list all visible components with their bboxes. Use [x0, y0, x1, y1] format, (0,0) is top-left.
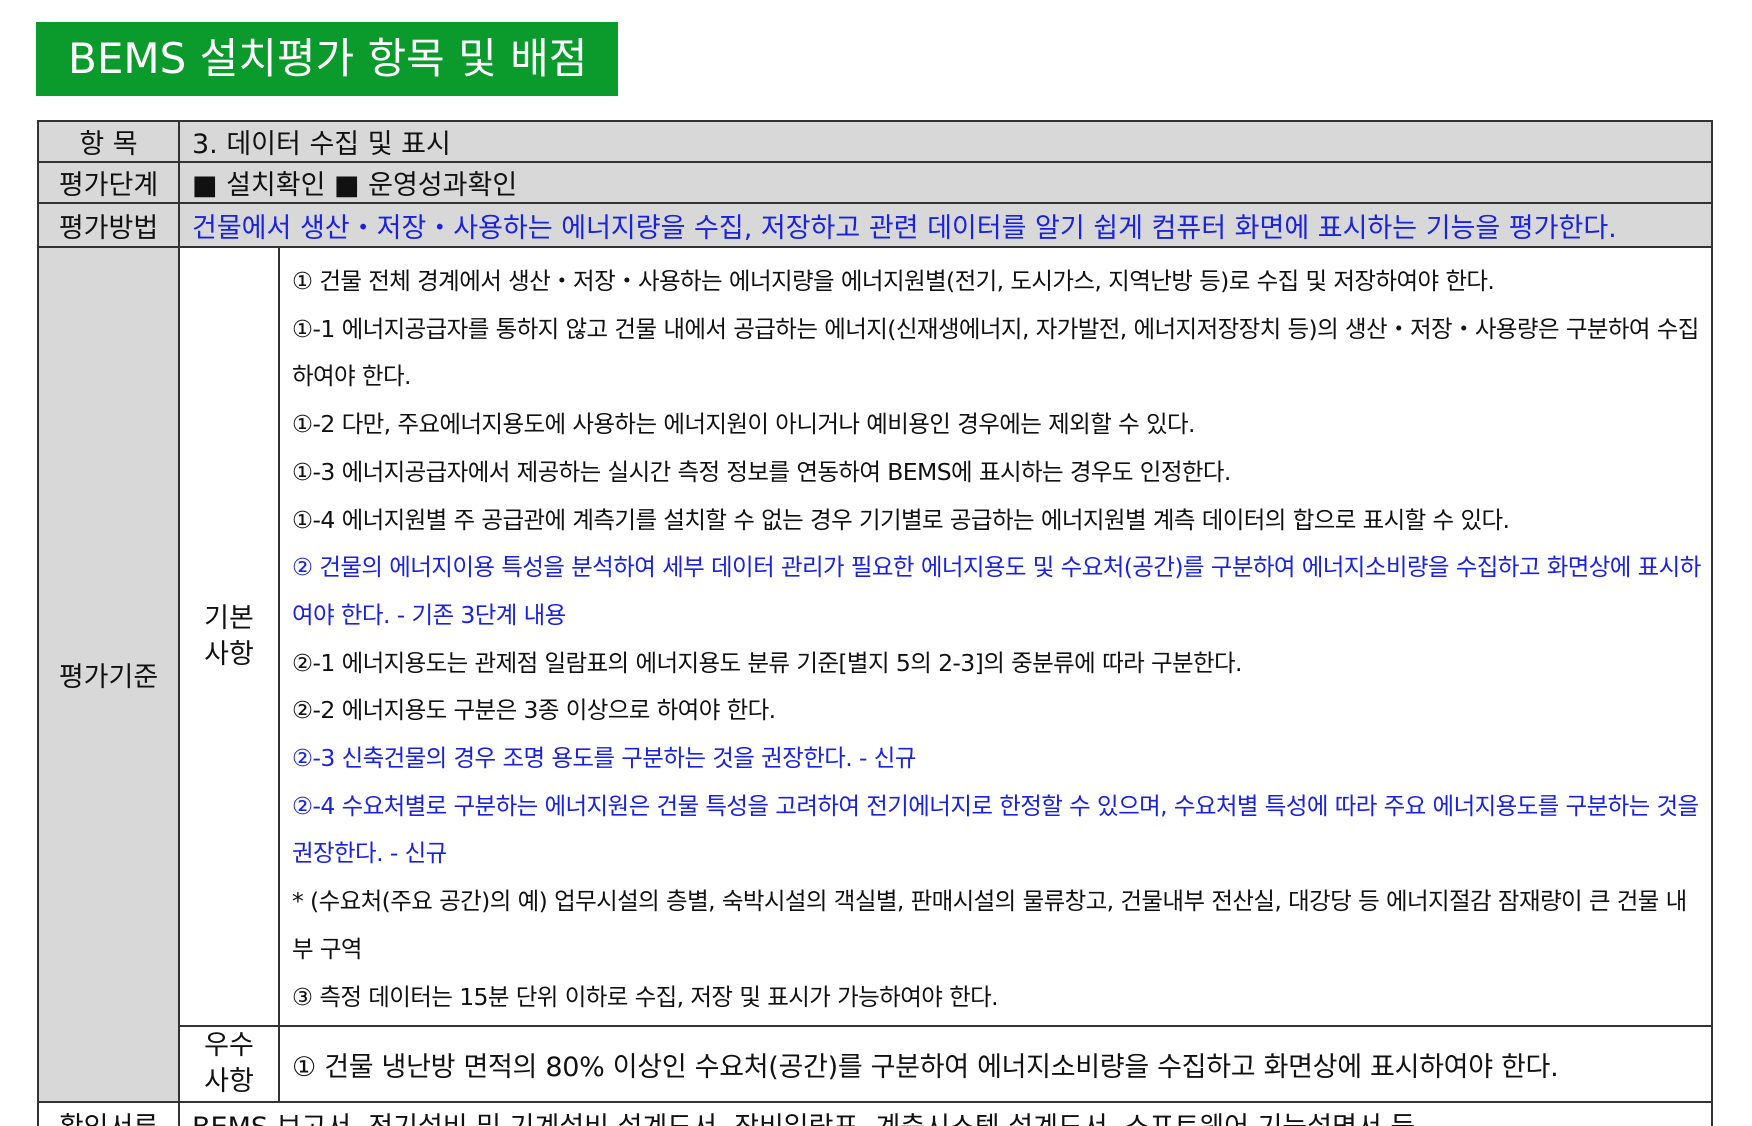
excellent-label: 우수 사항 — [178, 1025, 280, 1104]
docs-value: BEMS 보고서, 전기설비 및 기계설비 설계도서, 장비일람표, 계측시스템… — [178, 1101, 1713, 1126]
docs-label: 확인서류 — [37, 1101, 180, 1126]
criteria-excellent-row: 우수 사항 ① 건물 냉난방 면적의 80% 이상인 수요처(공간)를 구분하여… — [38, 1025, 1713, 1104]
criteria-line: ②-3 신축건물의 경우 조명 용도를 구분하는 것을 권장한다. - 신규 — [292, 744, 916, 773]
method-row: 평가방법 건물에서 생산・저장・사용하는 에너지량을 수집, 저장하고 관련 데… — [37, 202, 1713, 248]
evaluation-table: 항 목 3. 데이터 수집 및 표시 평가단계 ■ 설치확인 ■ 운영성과확인 … — [37, 120, 1713, 1126]
criteria-line: ②-4 수요처별로 구분하는 에너지원은 건물 특성을 고려하여 전기에너지로 … — [292, 791, 1699, 868]
excellent-label-text: 우수 사항 — [204, 1030, 254, 1098]
criteria-line: ①-4 에너지원별 주 공급관에 계측기를 설치할 수 없는 경우 기기별로 공… — [292, 505, 1510, 534]
criteria-line: ②-2 에너지용도 구분은 3종 이상으로 하여야 한다. — [292, 696, 776, 725]
criteria-basic-row: 평가기준 기본 사항 ① 건물 전체 경계에서 생산・저장・사용하는 에너지량을… — [37, 245, 1713, 1104]
item-row: 항 목 3. 데이터 수집 및 표시 — [37, 120, 1713, 163]
basic-label: 기본 사항 — [178, 245, 280, 1028]
item-label: 항 목 — [37, 120, 180, 163]
page-title: BEMS 설치평가 항목 및 배점 — [36, 22, 618, 96]
docs-row: 확인서류 BEMS 보고서, 전기설비 및 기계설비 설계도서, 장비일람표, … — [37, 1101, 1713, 1126]
basic-criteria-list: ① 건물 전체 경계에서 생산・저장・사용하는 에너지량을 에너지원별(전기, … — [278, 245, 1713, 1028]
item-value: 3. 데이터 수집 및 표시 — [178, 120, 1713, 163]
criteria-line: ① 건물 전체 경계에서 생산・저장・사용하는 에너지량을 에너지원별(전기, … — [292, 267, 1495, 295]
criteria-line: ②-1 에너지용도는 관제점 일람표의 에너지용도 분류 기준[별지 5의 2-… — [292, 648, 1243, 677]
method-label: 평가방법 — [37, 202, 180, 248]
criteria-label: 평가기준 — [37, 245, 180, 1104]
stage-row: 평가단계 ■ 설치확인 ■ 운영성과확인 — [37, 161, 1713, 204]
criteria-line: ①-3 에너지공급자에서 제공하는 실시간 측정 정보를 연동하여 BEMS에 … — [292, 457, 1231, 486]
stage-value: ■ 설치확인 ■ 운영성과확인 — [178, 161, 1713, 204]
method-value: 건물에서 생산・저장・사용하는 에너지량을 수집, 저장하고 관련 데이터를 알… — [178, 202, 1713, 248]
stage-label: 평가단계 — [37, 161, 180, 204]
excellent-criteria-text: ① 건물 냉난방 면적의 80% 이상인 수요처(공간)를 구분하여 에너지소비… — [278, 1025, 1713, 1104]
criteria-line: ①-1 에너지공급자를 통하지 않고 건물 내에서 공급하는 에너지(신재생에너… — [292, 314, 1699, 391]
criteria-line: ①-2 다만, 주요에너지용도에 사용하는 에너지원이 아니거나 예비용인 경우… — [292, 410, 1195, 439]
basic-label-text: 기본 사항 — [204, 602, 254, 670]
criteria-line: * (수요처(주요 공간)의 예) 업무시설의 층별, 숙박시설의 객실별, 판… — [292, 887, 1687, 963]
criteria-line: ③ 측정 데이터는 15분 단위 이하로 수집, 저장 및 표시가 가능하여야 … — [292, 982, 999, 1011]
criteria-line: ② 건물의 에너지이용 특성을 분석하여 세부 데이터 관리가 필요한 에너지용… — [292, 553, 1701, 629]
